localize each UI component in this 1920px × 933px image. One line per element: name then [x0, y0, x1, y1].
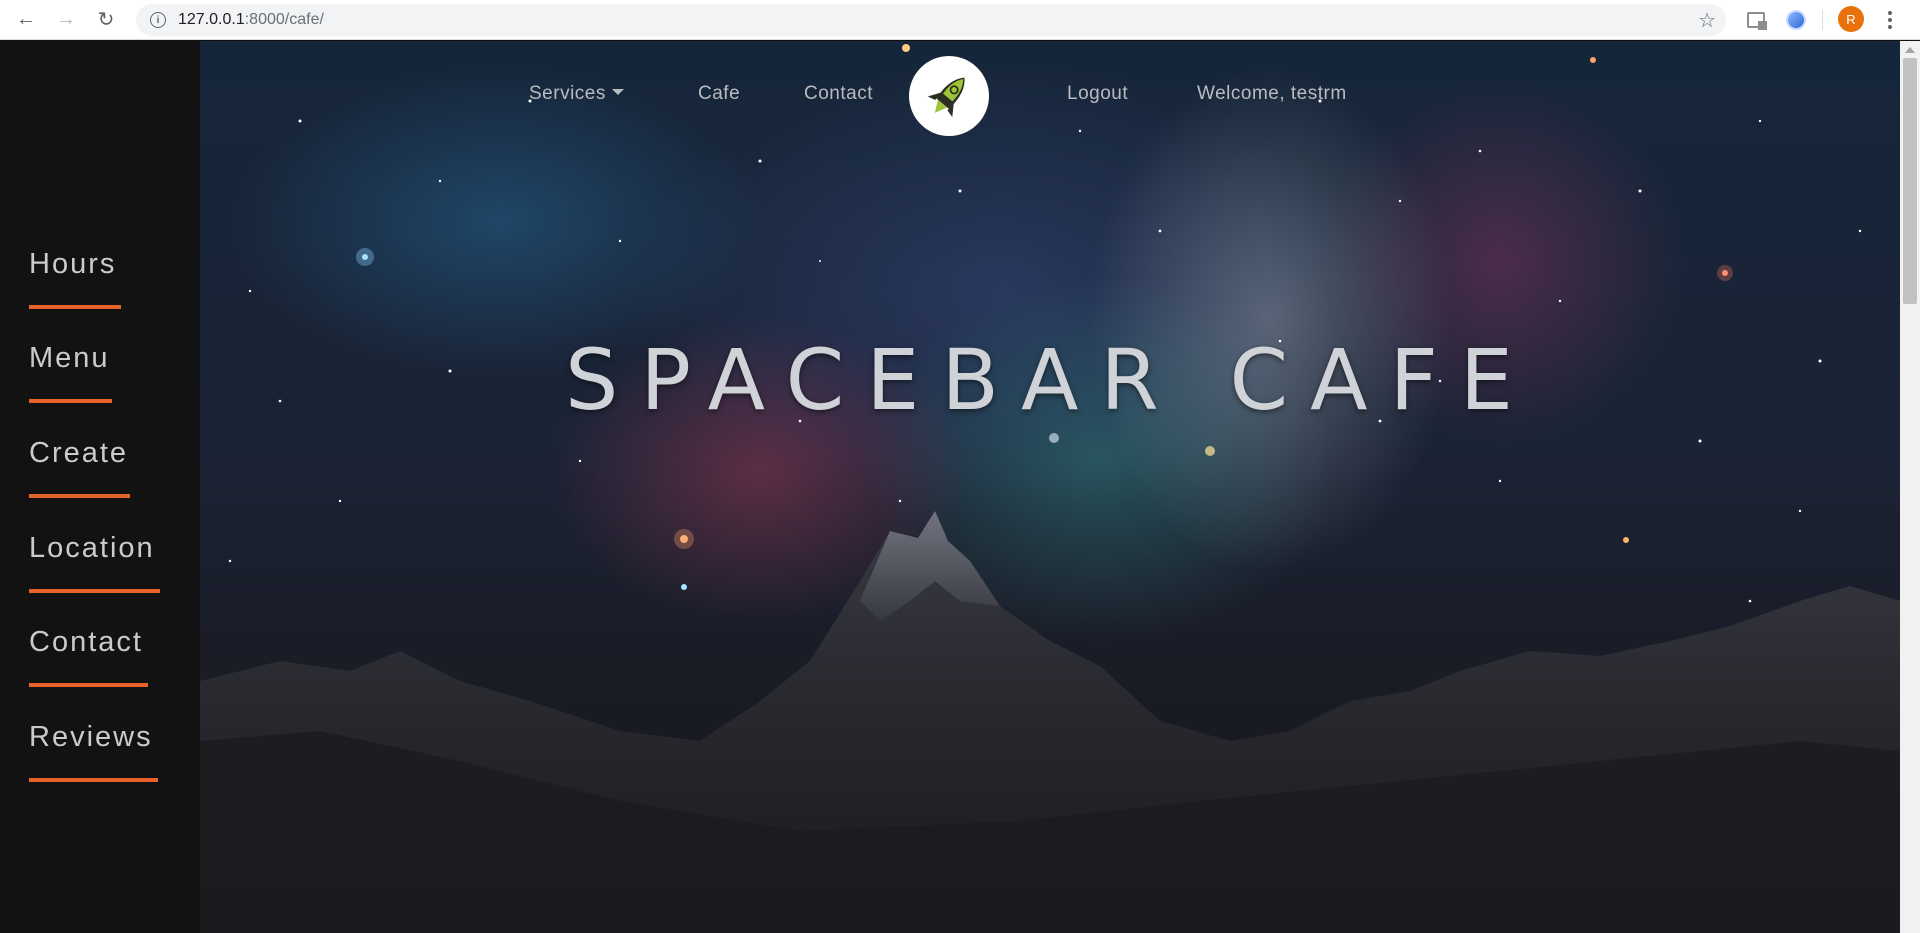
- scroll-up-icon[interactable]: [1905, 47, 1915, 53]
- nav-contact-link[interactable]: Contact: [804, 83, 873, 105]
- page-title: SPACEBAR CAFE: [565, 331, 1535, 429]
- caret-down-icon[interactable]: [611, 89, 624, 95]
- toolbar-divider: [1822, 10, 1823, 30]
- sidebar-item-contact[interactable]: Contact: [29, 625, 148, 687]
- page-scrollbar[interactable]: [1900, 41, 1920, 933]
- sidebar-underline: [29, 589, 160, 593]
- sidebar-underline: [29, 494, 130, 498]
- sidebar-item-label[interactable]: Location: [29, 531, 160, 565]
- sidebar-item-create[interactable]: Create: [29, 436, 130, 498]
- bookmark-star-icon[interactable]: ☆: [1698, 8, 1716, 33]
- top-navigation: Services Cafe Contact Logout Welcome, te…: [200, 41, 1900, 141]
- nav-cafe-link[interactable]: Cafe: [698, 83, 740, 105]
- nav-services-dropdown[interactable]: Services: [529, 83, 624, 105]
- menu-kebab-icon[interactable]: [1880, 6, 1900, 34]
- sidebar-item-label[interactable]: Reviews: [29, 720, 158, 754]
- sidebar-item-label[interactable]: Contact: [29, 625, 148, 659]
- sidebar-item-hours[interactable]: Hours: [29, 247, 121, 309]
- url-text[interactable]: 127.0.0.1:8000/cafe/: [178, 11, 324, 29]
- address-bar[interactable]: i 127.0.0.1:8000/cafe/ ☆: [136, 4, 1726, 36]
- sidebar-underline: [29, 778, 158, 782]
- sidebar-item-label[interactable]: Menu: [29, 341, 112, 375]
- browser-toolbar: ← → ↻ i 127.0.0.1:8000/cafe/ ☆ R: [0, 0, 1920, 40]
- reload-icon[interactable]: ↻: [86, 0, 126, 40]
- sidebar-item-location[interactable]: Location: [29, 531, 160, 593]
- extension-drop-icon[interactable]: [1784, 8, 1808, 32]
- nav-welcome-text: Welcome, testrm: [1197, 83, 1347, 104]
- page: Hours Menu Create Location Contact Revie…: [0, 41, 1920, 933]
- sidebar-item-label[interactable]: Hours: [29, 247, 121, 281]
- info-icon[interactable]: i: [150, 12, 166, 28]
- sidebar-underline: [29, 305, 121, 309]
- back-arrow-icon[interactable]: ←: [6, 0, 46, 40]
- nav-services-label[interactable]: Services: [529, 83, 606, 104]
- sidebar-item-menu[interactable]: Menu: [29, 341, 112, 403]
- forward-arrow-icon[interactable]: →: [46, 0, 86, 40]
- profile-avatar[interactable]: R: [1838, 6, 1864, 32]
- scrollbar-thumb[interactable]: [1903, 58, 1917, 304]
- sidebar-underline: [29, 399, 112, 403]
- logo[interactable]: [909, 56, 989, 136]
- sidebar-underline: [29, 683, 148, 687]
- sidebar: Hours Menu Create Location Contact Revie…: [0, 41, 200, 933]
- hero-section: Services Cafe Contact Logout Welcome, te…: [200, 41, 1900, 933]
- sidebar-item-reviews[interactable]: Reviews: [29, 720, 158, 782]
- extension-icon[interactable]: [1744, 8, 1768, 32]
- rocket-icon: [927, 77, 965, 118]
- mountain-range-illustration: [200, 511, 1900, 933]
- sidebar-item-label[interactable]: Create: [29, 436, 130, 470]
- nav-logout-link[interactable]: Logout: [1067, 83, 1128, 105]
